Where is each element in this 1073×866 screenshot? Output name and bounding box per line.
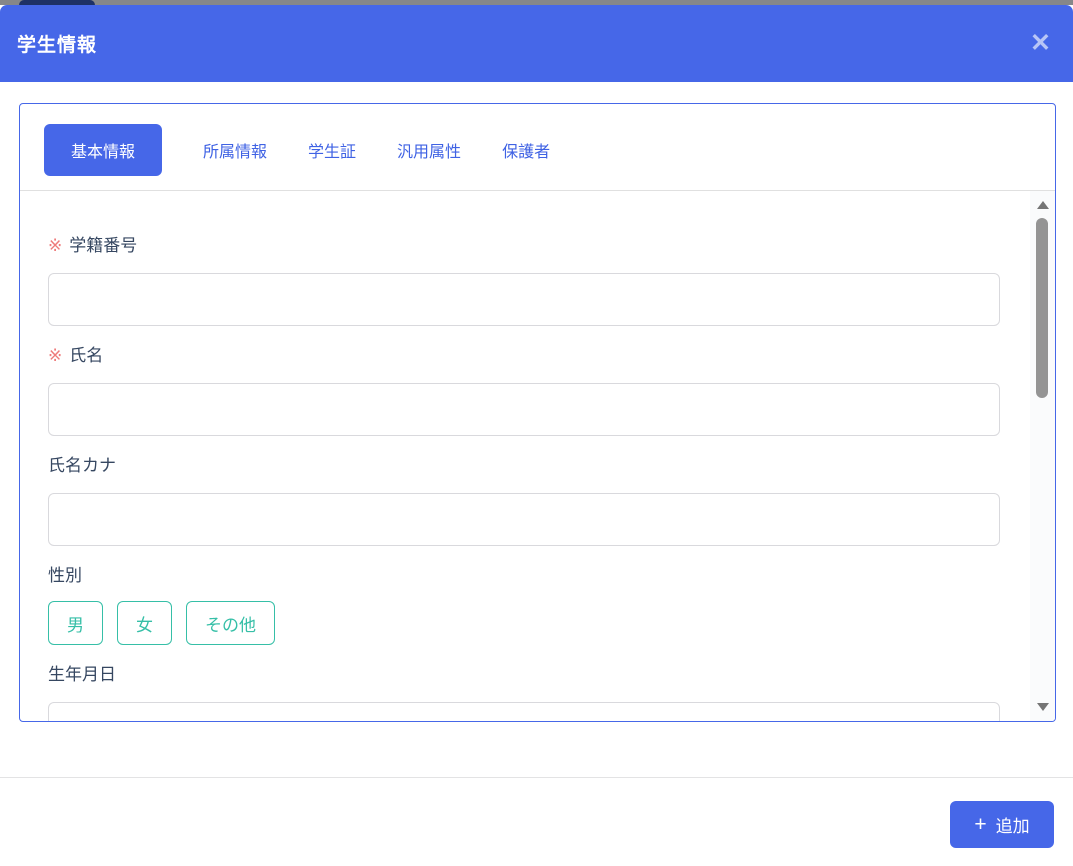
gender-other-button[interactable]: その他 <box>186 601 275 645</box>
vertical-scrollbar[interactable] <box>1030 191 1055 721</box>
form-row: 氏名カナ <box>48 456 1000 546</box>
student-info-modal: 学生情報 ✕ 基本情報 所属情報 学生証 汎用属性 保護者 ※ 学籍番号 ※ 氏… <box>0 5 1073 866</box>
tab-panel: 基本情報 所属情報 学生証 汎用属性 保護者 ※ 学籍番号 ※ 氏名 氏名カナ … <box>19 103 1056 722</box>
close-icon[interactable]: ✕ <box>1028 29 1053 58</box>
field-label-text: 氏名 <box>69 346 104 365</box>
required-marker: ※ <box>48 346 63 365</box>
field-label-student-number: ※ 学籍番号 <box>48 236 1000 256</box>
scroll-up-icon[interactable] <box>1036 201 1049 209</box>
add-button-label: 追加 <box>995 817 1030 836</box>
scrollbar-thumb[interactable] <box>1036 218 1048 398</box>
gender-male-button[interactable]: 男 <box>48 601 103 645</box>
tab-generic-attrs[interactable]: 汎用属性 <box>397 138 461 162</box>
screen: 学生情報 ✕ 基本情報 所属情報 学生証 汎用属性 保護者 ※ 学籍番号 ※ 氏… <box>0 0 1073 866</box>
form-row: 生年月日 <box>48 665 1000 721</box>
tab-bar: 基本情報 所属情報 学生証 汎用属性 保護者 <box>20 104 1055 191</box>
gender-button-group: 男 女 その他 <box>48 601 1000 645</box>
tab-student-id[interactable]: 学生証 <box>308 138 356 162</box>
tab-affiliation[interactable]: 所属情報 <box>203 138 267 162</box>
gender-female-button[interactable]: 女 <box>117 601 172 645</box>
modal-footer: + 追加 <box>0 778 1073 848</box>
form-row: 性別 男 女 その他 <box>48 566 1000 645</box>
add-button[interactable]: + 追加 <box>950 801 1054 848</box>
tab-guardian[interactable]: 保護者 <box>502 138 550 162</box>
form-scroll-area: ※ 学籍番号 ※ 氏名 氏名カナ 性別 男 女 その他 生年月日 <box>20 191 1055 721</box>
tab-basic-info[interactable]: 基本情報 <box>44 124 163 176</box>
scroll-down-icon[interactable] <box>1036 703 1049 711</box>
basic-info-form: ※ 学籍番号 ※ 氏名 氏名カナ 性別 男 女 その他 生年月日 <box>20 191 1055 721</box>
field-label-text: 氏名カナ <box>48 456 116 475</box>
required-marker: ※ <box>48 236 63 255</box>
modal-header: 学生情報 ✕ <box>0 5 1073 82</box>
birthdate-input[interactable] <box>48 702 1000 721</box>
form-row: ※ 氏名 <box>48 346 1000 436</box>
student-number-input[interactable] <box>48 273 1000 326</box>
modal-title: 学生情報 <box>17 35 98 56</box>
modal-body: 基本情報 所属情報 学生証 汎用属性 保護者 ※ 学籍番号 ※ 氏名 氏名カナ … <box>0 82 1073 722</box>
field-label-name: ※ 氏名 <box>48 346 1000 366</box>
field-label-name-kana: 氏名カナ <box>48 456 1000 476</box>
field-label-gender: 性別 <box>48 566 1000 586</box>
field-label-text: 生年月日 <box>48 665 116 684</box>
form-row: ※ 学籍番号 <box>48 236 1000 326</box>
name-kana-input[interactable] <box>48 493 1000 546</box>
name-input[interactable] <box>48 383 1000 436</box>
field-label-text: 学籍番号 <box>69 236 138 255</box>
field-label-birthdate: 生年月日 <box>48 665 1000 685</box>
plus-icon: + <box>974 813 987 836</box>
field-label-text: 性別 <box>48 566 82 585</box>
